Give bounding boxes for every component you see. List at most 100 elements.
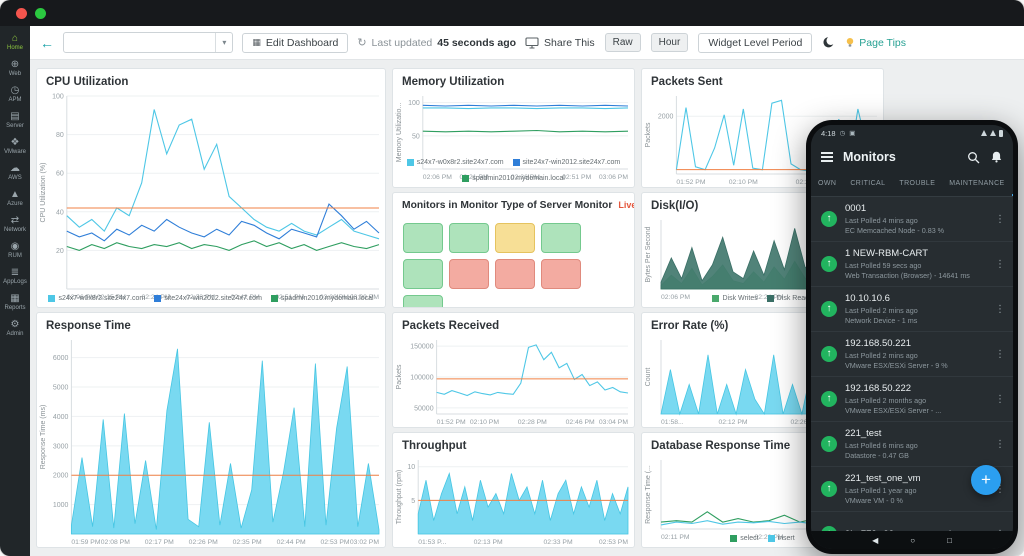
monitor-list-item[interactable]: ↑192.168.50.222Last Polled 2 months agoV… — [811, 377, 1013, 422]
monitor-tile-critical[interactable] — [495, 259, 535, 289]
legend-swatch — [730, 535, 737, 542]
svg-text:Response Time (ms): Response Time (ms) — [40, 405, 47, 470]
card-memory-utilization: Memory Utilization 5010002:06 PM02:21 PM… — [392, 68, 635, 188]
nav-recents-icon[interactable]: □ — [947, 536, 952, 545]
monitor-tile-up[interactable] — [541, 223, 581, 253]
hamburger-menu-icon[interactable] — [821, 152, 833, 162]
item-menu-icon[interactable]: ⋮ — [995, 214, 1005, 225]
card-monitors-server-monitor: Monitors in Monitor Type of Server Monit… — [392, 192, 635, 308]
sidebar-item-azure[interactable]: ▲Azure — [0, 185, 30, 211]
share-this-label: Share This — [544, 37, 595, 49]
monitor-list-item[interactable]: ↑10.10.10.6Last Polled 2 mins agoNetwork… — [811, 287, 1013, 332]
zoom-window-button[interactable] — [35, 8, 46, 19]
monitor-item-texts: 0001Last Polled 4 mins agoEC Memcached N… — [845, 203, 987, 235]
legend-swatch — [768, 535, 775, 542]
item-menu-icon[interactable]: ⋮ — [995, 259, 1005, 270]
sidebar-item-apm[interactable]: ◷APM — [0, 81, 30, 107]
sidebar-item-vmware[interactable]: ❖VMware — [0, 133, 30, 159]
response_time-chart-svg: 10002000300040005000600001:59 PM02:08 PM… — [37, 335, 385, 547]
phone-tab-up[interactable]: UP — [1012, 173, 1013, 196]
back-icon[interactable]: ← — [40, 36, 54, 50]
monitor-tile-critical[interactable] — [541, 259, 581, 289]
svg-text:02:46 PM: 02:46 PM — [566, 419, 595, 426]
legend-swatch — [48, 295, 55, 302]
monitor-name: 192.168.50.221 — [845, 338, 987, 349]
monitor-last-polled: Last Polled 1 year ago — [845, 486, 987, 495]
toolbar: ← ▾ ▦ Edit Dashboard ↻ Last updated 45 s… — [30, 26, 1024, 60]
sidebar-item-admin[interactable]: ⚙Admin — [0, 315, 30, 341]
monitor-list-item[interactable]: ↑192.168.50.221Last Polled 2 mins agoVMw… — [811, 332, 1013, 377]
status-up-icon: ↑ — [821, 391, 837, 407]
monitor-list-item[interactable]: ↑1 NEW-RBM-CARTLast Polled 59 secs agoWe… — [811, 242, 1013, 287]
svg-text:5000: 5000 — [53, 385, 69, 392]
legend-item: s24x7-w0x8r2.site24x7.com — [407, 159, 504, 166]
close-window-button[interactable] — [16, 8, 27, 19]
phone-tab-own[interactable]: OWN — [811, 173, 843, 196]
svg-text:100: 100 — [52, 94, 64, 101]
monitor-tile-up[interactable] — [403, 295, 443, 308]
sidebar-item-reports[interactable]: ▦Reports — [0, 289, 30, 315]
sidebar-item-label: VMware — [4, 149, 26, 155]
monitor-tile-up[interactable] — [403, 223, 443, 253]
sidebar-item-home[interactable]: ⌂Home — [0, 29, 30, 55]
monitor-tile-critical[interactable] — [449, 259, 489, 289]
card-title: Throughput — [402, 440, 467, 452]
card-title: Monitors in Monitor Type of Server Monit… — [402, 200, 612, 211]
rum-icon: ◉ — [11, 242, 20, 252]
search-icon[interactable] — [967, 151, 980, 164]
page-tips-button[interactable]: Page Tips — [845, 37, 906, 49]
nav-back-icon[interactable]: ◀ — [872, 536, 878, 545]
legend-swatch — [712, 295, 719, 302]
widget-level-period-button[interactable]: Widget Level Period — [698, 33, 812, 53]
legend-swatch — [271, 295, 278, 302]
sidebar-item-web[interactable]: ⊕Web — [0, 55, 30, 81]
refresh-icon[interactable]: ↻ — [357, 36, 366, 49]
share-this-button[interactable]: Share This — [525, 37, 595, 49]
item-menu-icon[interactable]: ⋮ — [995, 439, 1005, 450]
edit-dashboard-icon: ▦ — [252, 37, 261, 48]
svg-text:02:17 PM: 02:17 PM — [145, 539, 174, 546]
add-monitor-fab[interactable]: + — [971, 465, 1001, 495]
raw-button[interactable]: Raw — [605, 33, 641, 52]
applogs-icon: ≣ — [11, 268, 19, 278]
dashboard-selector[interactable]: ▾ — [63, 32, 233, 53]
dark-mode-toggle[interactable] — [822, 36, 835, 49]
svg-text:2000: 2000 — [658, 114, 674, 121]
item-menu-icon[interactable]: ⋮ — [995, 394, 1005, 405]
server-icon: ▤ — [10, 112, 19, 122]
legend-item: select — [730, 535, 758, 542]
svg-text:02:08 PM: 02:08 PM — [101, 539, 130, 546]
monitor-name: 10.10.10.6 — [845, 293, 987, 304]
sidebar-item-network[interactable]: ⇄Network — [0, 211, 30, 237]
sidebar-item-aws[interactable]: ☁AWS — [0, 159, 30, 185]
network-icon: ⇄ — [11, 216, 19, 226]
monitor-list-item[interactable]: ↑221_testLast Polled 6 mins agoDatastore… — [811, 422, 1013, 467]
svg-text:Bytes Per Second: Bytes Per Second — [645, 226, 652, 282]
aws-icon: ☁ — [10, 164, 20, 174]
monitor-tile-trouble[interactable] — [495, 223, 535, 253]
phone-tab-trouble[interactable]: TROUBLE — [892, 173, 942, 196]
bell-icon[interactable] — [990, 151, 1003, 163]
svg-text:2000: 2000 — [53, 473, 69, 480]
svg-text:02:35 PM: 02:35 PM — [233, 539, 262, 546]
monitor-last-polled: Last Polled 6 mins ago — [845, 441, 987, 450]
sidebar-item-rum[interactable]: ◉RUM — [0, 237, 30, 263]
nav-home-icon[interactable]: ○ — [910, 536, 915, 545]
card-packets-received: Packets Received 5000010000015000001:52 … — [392, 312, 635, 428]
monitor-tile-up[interactable] — [449, 223, 489, 253]
monitor-list-item[interactable]: ↑0001Last Polled 4 mins agoEC Memcached … — [811, 197, 1013, 242]
sidebar-item-label: Home — [7, 45, 23, 51]
phone-tab-maintenance[interactable]: MAINTENANCE — [942, 173, 1011, 196]
edit-dashboard-button[interactable]: ▦ Edit Dashboard — [242, 33, 348, 53]
monitor-tile-up[interactable] — [403, 259, 443, 289]
monitor-last-polled: Last Polled 2 mins ago — [845, 306, 987, 315]
svg-text:100: 100 — [408, 100, 420, 107]
sidebar-item-applogs[interactable]: ≣AppLogs — [0, 263, 30, 289]
monitor-list: ↑ 0001Last Polled 4 mins agoEC Memcached … — [811, 197, 1013, 549]
sidebar-item-server[interactable]: ▤Server — [0, 107, 30, 133]
card-title: Memory Utilization — [402, 76, 504, 88]
item-menu-icon[interactable]: ⋮ — [995, 349, 1005, 360]
hour-button[interactable]: Hour — [651, 33, 689, 52]
phone-tab-critical[interactable]: CRITICAL — [843, 173, 892, 196]
item-menu-icon[interactable]: ⋮ — [995, 304, 1005, 315]
